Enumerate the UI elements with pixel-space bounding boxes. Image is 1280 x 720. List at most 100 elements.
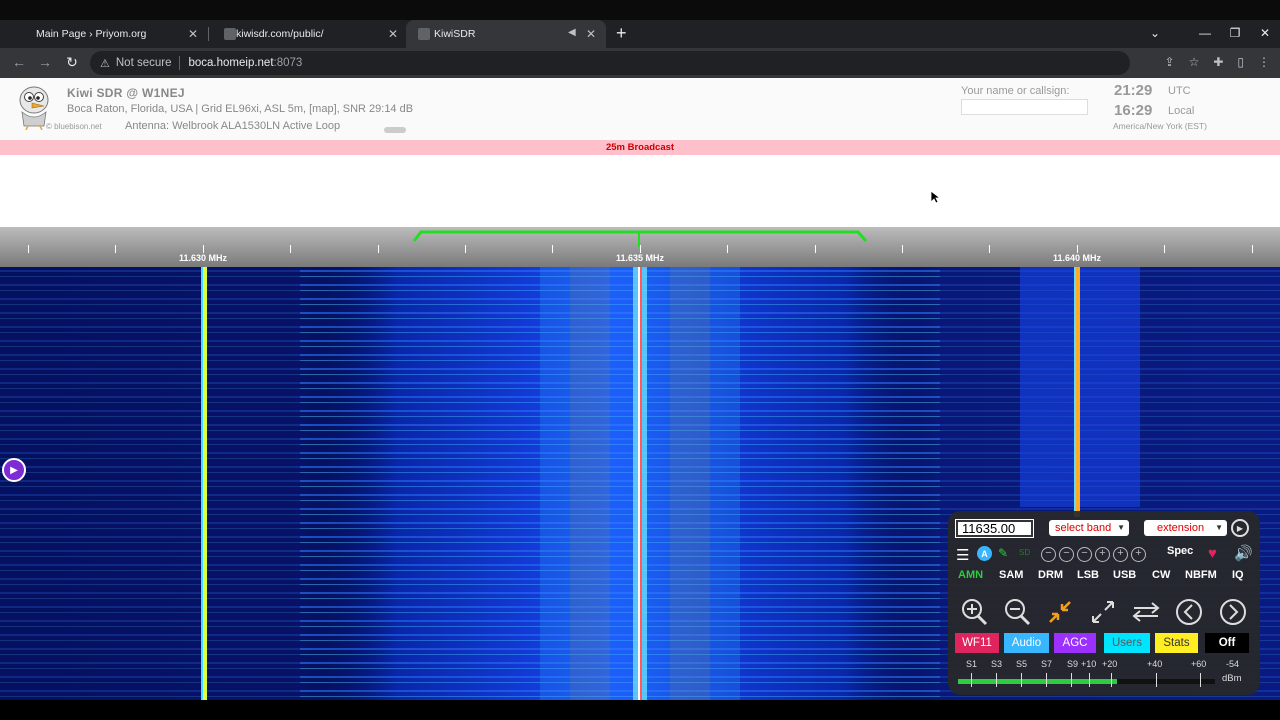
a-toggle-icon[interactable]: A [977,546,992,561]
tab-wf11[interactable]: WF11 [955,633,999,653]
band-bar[interactable]: 25m Broadcast [0,140,1280,155]
tab-search-chevron-icon[interactable]: ⌄ [1146,26,1164,40]
mode-drm-button[interactable]: DRM [1038,569,1063,581]
speaker-icon[interactable]: 🔊 [1234,544,1253,562]
browser-toolbar: ← → ↻ ⚠ Not secure boca.homeip.net:8073 … [0,48,1280,78]
bookmark-star-icon[interactable]: ☆ [1189,55,1200,69]
tab-stats[interactable]: Stats [1155,633,1198,653]
local-time: 16:29 [1114,102,1153,119]
chevron-left-circle-icon[interactable] [1173,596,1205,628]
audio-playing-icon[interactable]: ◀︎ [568,27,576,38]
zoom-max-out-icon[interactable] [1087,596,1119,628]
smeter-scale-label: +10 [1081,659,1097,669]
browser-tab-kiwisdr-public[interactable]: kiwisdr.com/public/ ✕ [208,20,406,48]
extensions-puzzle-icon[interactable]: ✚ [1213,55,1223,69]
extension-label: extension [1157,522,1205,534]
kiwi-favicon-icon [418,28,430,40]
kiwi-title: Kiwi SDR @ W1NEJ [67,86,185,100]
minus-circle-icon[interactable]: − [1059,547,1074,562]
extension-dropdown[interactable]: extension ▼ [1144,520,1227,536]
minimize-icon[interactable]: — [1196,26,1214,40]
tab-users[interactable]: Users [1104,633,1150,653]
frequency-scale[interactable]: 11.630 MHz 11.635 MHz 11.640 MHz [0,227,1280,267]
kiwi-location-info[interactable]: Boca Raton, Florida, USA | Grid EL96xi, … [67,103,413,115]
restore-icon[interactable]: ❐ [1226,26,1244,40]
utc-time: 21:29 [1114,82,1153,99]
mode-amn-button[interactable]: AMN [958,569,983,581]
close-tab-icon[interactable]: ✕ [188,27,198,41]
mode-nbfm-button[interactable]: NBFM [1185,569,1217,581]
sd-icon[interactable]: SD [1019,548,1030,557]
tab-agc[interactable]: AGC [1054,633,1096,653]
smeter-scale-label: +20 [1102,659,1118,669]
chevron-right-circle-icon[interactable] [1217,596,1249,628]
omnibox-divider [179,56,181,70]
smeter-scale-label: S9 [1067,659,1079,669]
zoom-band-icon[interactable] [1044,596,1076,628]
browser-tab-kiwisdr[interactable]: KiwiSDR ◀︎ ✕ [406,20,606,48]
side-panel-icon[interactable]: ▯ [1237,55,1244,69]
minus-circle-icon[interactable]: − [1077,547,1092,562]
kiwi-header: Kiwi SDR @ W1NEJ Boca Raton, Florida, US… [0,78,1280,140]
browser-tabstrip: Main Page › Priyom.org ✕ kiwisdr.com/pub… [0,20,1280,48]
smeter-level-bar [958,679,1118,684]
play-circle-icon[interactable]: ▶ [1231,519,1249,537]
scale-label-11635: 11.635 MHz [615,253,665,263]
heart-icon[interactable]: ♥ [1208,545,1217,562]
forward-arrow-icon[interactable]: → [36,54,54,70]
callsign-input[interactable] [961,99,1088,115]
menu-dots-icon[interactable]: ⋮ [1258,55,1270,69]
select-band-dropdown[interactable]: select band ▼ [1049,520,1129,536]
hamburger-menu-icon[interactable]: ☰ [956,546,969,564]
spectrum-area[interactable] [0,155,1280,227]
mode-cw-button[interactable]: CW [1152,569,1170,581]
close-tab-icon[interactable]: ✕ [586,27,596,41]
warning-triangle-icon[interactable]: ⚠ [100,57,110,70]
close-tab-icon[interactable]: ✕ [388,27,398,41]
tab-title: Main Page › Priyom.org [36,28,147,40]
bluebison-credit-link[interactable]: © bluebison.net [46,122,102,131]
close-window-icon[interactable]: ✕ [1256,26,1274,40]
panel-tabs: WF11 Audio AGC Users Stats Off [955,633,1255,653]
mode-iq-button[interactable]: IQ [1232,569,1244,581]
side-panel-play-button[interactable]: ▶ [2,458,26,482]
smeter-tick [1089,673,1090,687]
not-secure-label[interactable]: Not secure [116,57,172,69]
new-tab-icon[interactable]: + [616,24,627,42]
url-host[interactable]: boca.homeip.net [188,57,273,69]
frequency-input[interactable]: 11635.00 [955,519,1034,538]
window-controls: ⌄ — ❐ ✕ [1146,26,1274,40]
scale-tick [815,245,816,253]
scale-tick [727,245,728,253]
plus-circle-icon[interactable]: + [1131,547,1146,562]
minus-circle-icon[interactable]: − [1041,547,1056,562]
share-icon[interactable]: ⇪ [1165,55,1175,69]
smeter-dbm-unit: dBm [1222,673,1242,684]
mode-sam-button[interactable]: SAM [999,569,1023,581]
swap-arrows-icon[interactable] [1130,596,1162,628]
zoom-in-icon[interactable] [958,596,990,628]
zoom-out-icon[interactable] [1001,596,1033,628]
tab-off[interactable]: Off [1205,633,1249,653]
scale-tick [28,245,29,253]
url-port[interactable]: :8073 [274,57,303,69]
mode-lsb-button[interactable]: LSB [1077,569,1099,581]
browser-tab-priyom[interactable]: Main Page › Priyom.org ✕ [20,20,208,48]
mouse-pointer-icon [930,190,942,204]
chevron-down-icon: ▼ [1215,523,1223,532]
plus-circle-icon[interactable]: + [1113,547,1128,562]
scale-tick [203,245,204,253]
mode-usb-button[interactable]: USB [1113,569,1136,581]
back-arrow-icon[interactable]: ← [10,54,28,70]
callsign-label: Your name or callsign: [961,85,1070,97]
reload-icon[interactable]: ↻ [63,54,81,71]
scale-tick [1077,245,1078,253]
tab-audio[interactable]: Audio [1004,633,1049,653]
pencil-icon[interactable]: ✎ [998,546,1008,560]
address-bar[interactable]: ⚠ Not secure boca.homeip.net:8073 [90,51,1130,75]
header-collapse-handle[interactable] [384,127,406,133]
spec-button[interactable]: Spec [1167,545,1193,557]
smeter-scale-label: +60 [1191,659,1207,669]
plus-circle-icon[interactable]: + [1095,547,1110,562]
smeter-scale-label: S3 [991,659,1003,669]
